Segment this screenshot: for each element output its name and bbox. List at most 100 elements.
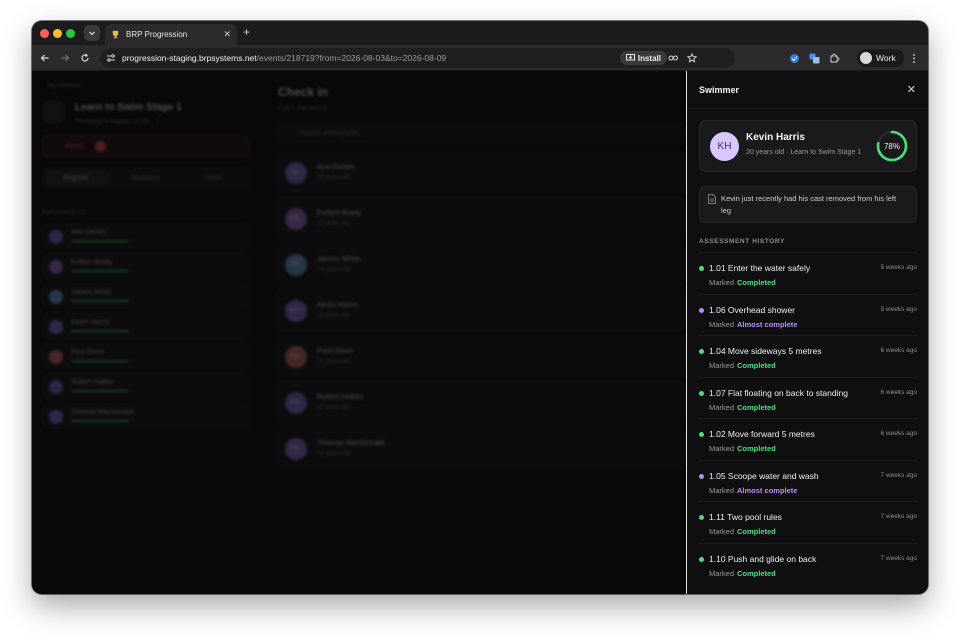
profile-avatar	[860, 52, 872, 64]
list-item[interactable]: 1.05 Scoope water and wash 7 weeks ago Mar…	[699, 459, 918, 502]
assessment-history-list: 1.01 Enter the water safely 5 weeks ago Ma…	[699, 252, 917, 584]
swimmer-drawer: Swimmer ✕ KH Kevin Harris 20 years old ·…	[686, 71, 928, 594]
assessment-status: Marked Completed	[709, 278, 776, 287]
install-label: Install	[637, 53, 661, 63]
status-dot	[699, 349, 704, 354]
avatar: KH	[710, 132, 739, 161]
assessment-title: 1.06 Overhead shower	[709, 304, 795, 315]
status-dot	[699, 307, 704, 313]
assessment-time: 5 weeks ago	[880, 305, 918, 313]
assessment-title: 1.04 Move sideways 5 metres	[709, 346, 822, 356]
more-menu-icon[interactable]	[907, 51, 921, 65]
browser-window: BRP Progression ✕ + progression-staging.…	[32, 21, 928, 594]
status-dot	[699, 432, 704, 437]
extension-translate-icon[interactable]	[807, 51, 821, 65]
drawer-title: Swimmer	[699, 84, 740, 95]
status-dot	[699, 556, 704, 562]
document-icon	[708, 194, 716, 204]
new-tab-icon[interactable]: +	[243, 26, 250, 38]
swimmer-note: Kevin just recently had his cast removed…	[699, 186, 917, 223]
assessment-time: 6 weeks ago	[880, 347, 918, 354]
close-icon[interactable]: ✕	[907, 83, 916, 96]
assessment-title: 1.11 Two pool rules	[709, 512, 782, 522]
install-icon	[625, 54, 635, 61]
status-prefix: Marked	[709, 402, 735, 412]
status-badge: Completed	[737, 278, 776, 287]
assessment-history-label: ASSESSMENT HISTORY	[699, 238, 785, 245]
status-badge: Completed	[737, 527, 776, 536]
assessment-status: Marked Completed	[709, 527, 776, 536]
assessment-status: Marked Almost complete	[709, 486, 797, 495]
assessment-status: Marked Completed	[709, 403, 776, 412]
browser-toolbar: progression-staging.brpsystems.net/event…	[32, 45, 928, 71]
assessment-status: Marked Almost complete	[709, 320, 797, 329]
reload-icon[interactable]	[78, 51, 92, 65]
install-app-button[interactable]: Install	[619, 51, 667, 65]
status-prefix: Marked	[709, 361, 735, 370]
swimmer-subtitle: 20 years old · Learn to Swim Stage 1	[746, 149, 862, 156]
list-item[interactable]: 1.11 Two pool rules 7 weeks ago Marked Comp…	[699, 501, 917, 543]
assessment-title: 1.10 Push and glide on back	[709, 553, 817, 564]
address-bar[interactable]: progression-staging.brpsystems.net/event…	[100, 48, 735, 68]
list-item[interactable]: 1.10 Push and glide on back 7 weeks ago Ma…	[699, 542, 918, 585]
status-dot	[699, 390, 704, 396]
list-item[interactable]: 1.07 Flat floating on back to standing 6 …	[699, 376, 918, 419]
assessment-status: Marked Completed	[709, 569, 776, 578]
assessment-time: 6 weeks ago	[880, 388, 918, 396]
assessment-title: 1.05 Scoope water and wash	[709, 470, 819, 481]
status-prefix: Marked	[709, 319, 735, 329]
assessment-title: 1.01 Enter the water safely	[709, 263, 811, 273]
assessment-status: Marked Completed	[709, 444, 776, 453]
modal-overlay[interactable]	[32, 71, 687, 594]
list-item[interactable]: 1.04 Move sideways 5 metres 6 weeks ago Ma…	[699, 335, 917, 377]
status-badge: Completed	[737, 402, 776, 412]
url-host: progression-staging.brpsystems.net	[122, 53, 257, 63]
status-prefix: Marked	[709, 568, 735, 578]
list-item[interactable]: 1.06 Overhead shower 5 weeks ago Marked Alm…	[699, 293, 918, 336]
status-badge: Completed	[737, 361, 776, 370]
assessment-time: 6 weeks ago	[880, 430, 918, 437]
extensions-puzzle-icon[interactable]	[827, 51, 841, 65]
swimmer-profile-card: KH Kevin Harris 20 years old · Learn to …	[699, 120, 917, 172]
status-badge: Completed	[737, 568, 776, 578]
maximize-window-button[interactable]	[66, 29, 75, 38]
close-tab-icon[interactable]: ✕	[223, 30, 231, 39]
browser-tab[interactable]: BRP Progression ✕	[105, 24, 237, 45]
progress-percent: 78%	[883, 141, 900, 151]
tab-strip: BRP Progression ✕ +	[32, 21, 928, 45]
assessment-time: 5 weeks ago	[880, 264, 918, 271]
status-prefix: Marked	[709, 527, 735, 536]
tab-search-button[interactable]	[84, 25, 100, 41]
assessment-title: 1.02 Move forward 5 metres	[709, 429, 815, 439]
bookmark-star-icon[interactable]	[685, 51, 699, 65]
status-prefix: Marked	[709, 485, 735, 495]
profile-button[interactable]: Work	[857, 49, 904, 67]
minimize-window-button[interactable]	[53, 29, 62, 38]
status-prefix: Marked	[709, 278, 735, 287]
trophy-icon	[112, 30, 119, 39]
status-badge: Almost complete	[737, 319, 798, 329]
password-key-icon[interactable]	[666, 51, 680, 65]
list-item[interactable]: 1.01 Enter the water safely 5 weeks ago Ma…	[699, 252, 917, 294]
status-badge: Completed	[737, 444, 776, 453]
close-window-button[interactable]	[40, 29, 49, 38]
list-item[interactable]: 1.02 Move forward 5 metres 6 weeks ago Mar…	[699, 418, 917, 460]
chevron-down-icon	[89, 31, 95, 36]
back-icon[interactable]	[38, 51, 52, 65]
assessment-title: 1.07 Flat floating on back to standing	[709, 387, 848, 398]
assessment-status: Marked Completed	[709, 361, 776, 370]
drawer-header: Swimmer ✕	[687, 71, 928, 109]
page-content: My sessions Learn to Swim Stage 1 Thursd…	[32, 71, 928, 594]
status-badge: Almost complete	[737, 485, 798, 495]
url-path: /events/218719?from=2026-08-03&to=2026-0…	[256, 53, 447, 63]
note-text: Kevin just recently had his cast removed…	[721, 194, 897, 215]
profile-label: Work	[876, 53, 896, 63]
site-settings-icon[interactable]	[106, 53, 116, 63]
assessment-time: 7 weeks ago	[880, 513, 918, 520]
status-dot	[699, 515, 704, 520]
extension-shield-icon[interactable]	[787, 51, 801, 65]
forward-icon[interactable]	[58, 51, 72, 65]
status-dot	[699, 266, 704, 271]
assessment-time: 7 weeks ago	[880, 471, 918, 479]
assessment-time: 7 weeks ago	[880, 554, 918, 562]
